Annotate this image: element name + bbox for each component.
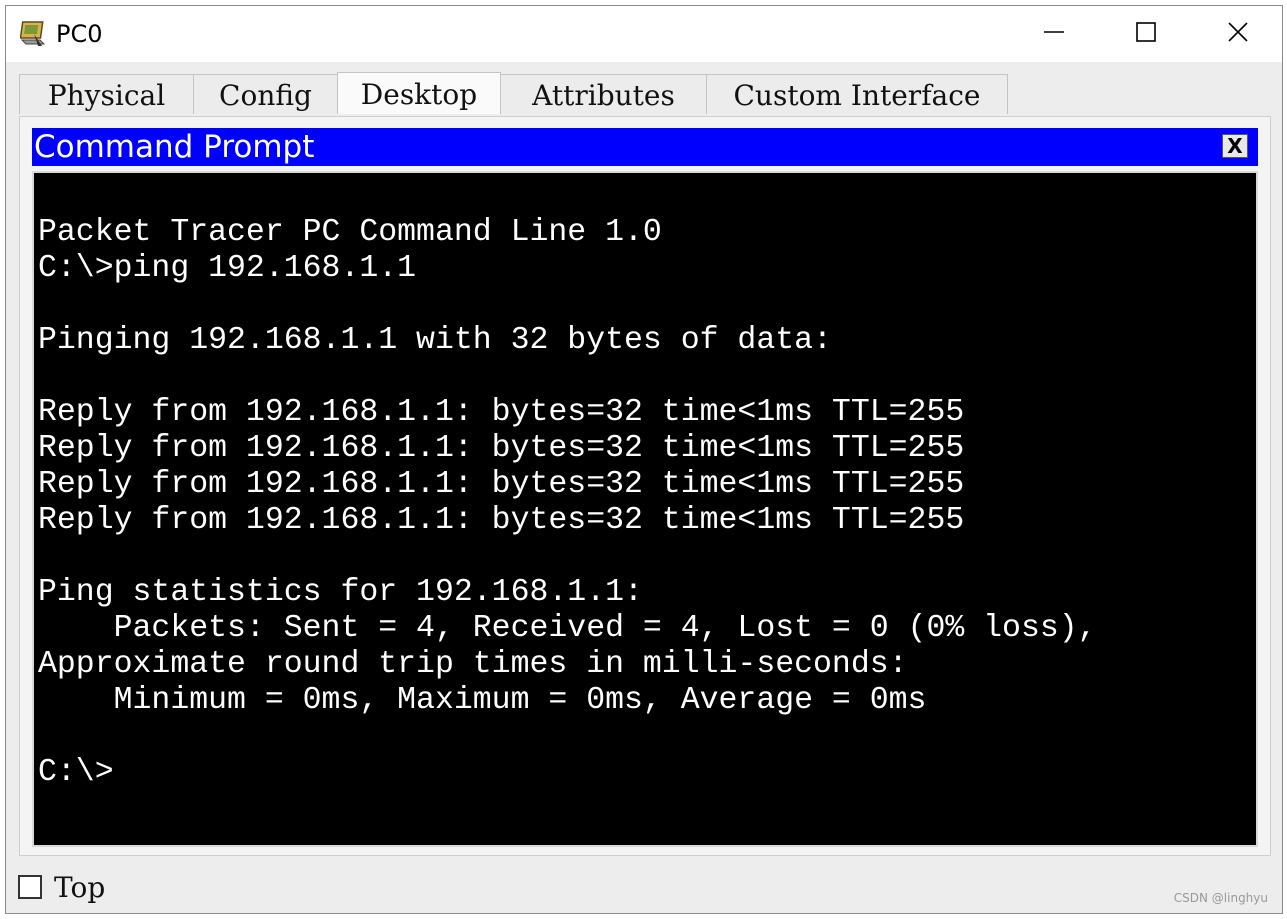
bottom-bar: Top [18, 870, 105, 904]
pc0-window: PC0 Physical Config Desktop Attributes C… [5, 5, 1283, 914]
terminal-line: Ping statistics for 192.168.1.1: [38, 575, 643, 610]
top-checkbox[interactable] [18, 875, 42, 899]
terminal-line: Reply from 192.168.1.1: bytes=32 time<1m… [38, 431, 965, 466]
close-window-button[interactable] [1192, 6, 1284, 62]
command-prompt-close-button[interactable]: X [1222, 134, 1248, 158]
command-prompt-title: Command Prompt [34, 129, 315, 165]
maximize-icon [1135, 21, 1157, 47]
desktop-panel: Command Prompt X Packet Tracer PC Comman… [19, 116, 1271, 856]
terminal-output[interactable]: Packet Tracer PC Command Line 1.0 C:\>pi… [32, 171, 1258, 847]
window-title: PC0 [56, 20, 103, 48]
close-icon [1227, 21, 1249, 47]
terminal-line: Pinging 192.168.1.1 with 32 bytes of dat… [38, 323, 832, 358]
terminal-line: Reply from 192.168.1.1: bytes=32 time<1m… [38, 467, 965, 502]
maximize-button[interactable] [1100, 6, 1192, 62]
pc-device-icon [19, 20, 48, 48]
tab-attributes[interactable]: Attributes [500, 74, 707, 114]
terminal-line: C:\>ping 192.168.1.1 [38, 251, 417, 286]
title-bar[interactable]: PC0 [6, 6, 1282, 62]
top-checkbox-label: Top [54, 870, 106, 904]
minimize-button[interactable] [1008, 6, 1100, 62]
minimize-icon [1043, 21, 1065, 47]
terminal-line: Packet Tracer PC Command Line 1.0 [38, 215, 662, 250]
terminal-line: Packets: Sent = 4, Received = 4, Lost = … [38, 611, 1097, 646]
terminal-line: Reply from 192.168.1.1: bytes=32 time<1m… [38, 503, 965, 538]
terminal-line: C:\> [38, 755, 114, 790]
tab-custom-interface[interactable]: Custom Interface [706, 74, 1008, 114]
watermark-text: CSDN @linghyu [1173, 891, 1268, 905]
terminal-line: Approximate round trip times in milli-se… [38, 647, 908, 682]
device-tabs: Physical Config Desktop Attributes Custo… [19, 72, 1008, 116]
terminal-text: Packet Tracer PC Command Line 1.0 C:\>pi… [38, 179, 1097, 791]
tab-physical[interactable]: Physical [19, 74, 194, 114]
terminal-line: Minimum = 0ms, Maximum = 0ms, Average = … [38, 683, 927, 718]
tab-config[interactable]: Config [193, 74, 338, 114]
tab-desktop[interactable]: Desktop [337, 72, 501, 114]
terminal-line: Reply from 192.168.1.1: bytes=32 time<1m… [38, 395, 965, 430]
command-prompt-header: Command Prompt X [32, 128, 1258, 166]
